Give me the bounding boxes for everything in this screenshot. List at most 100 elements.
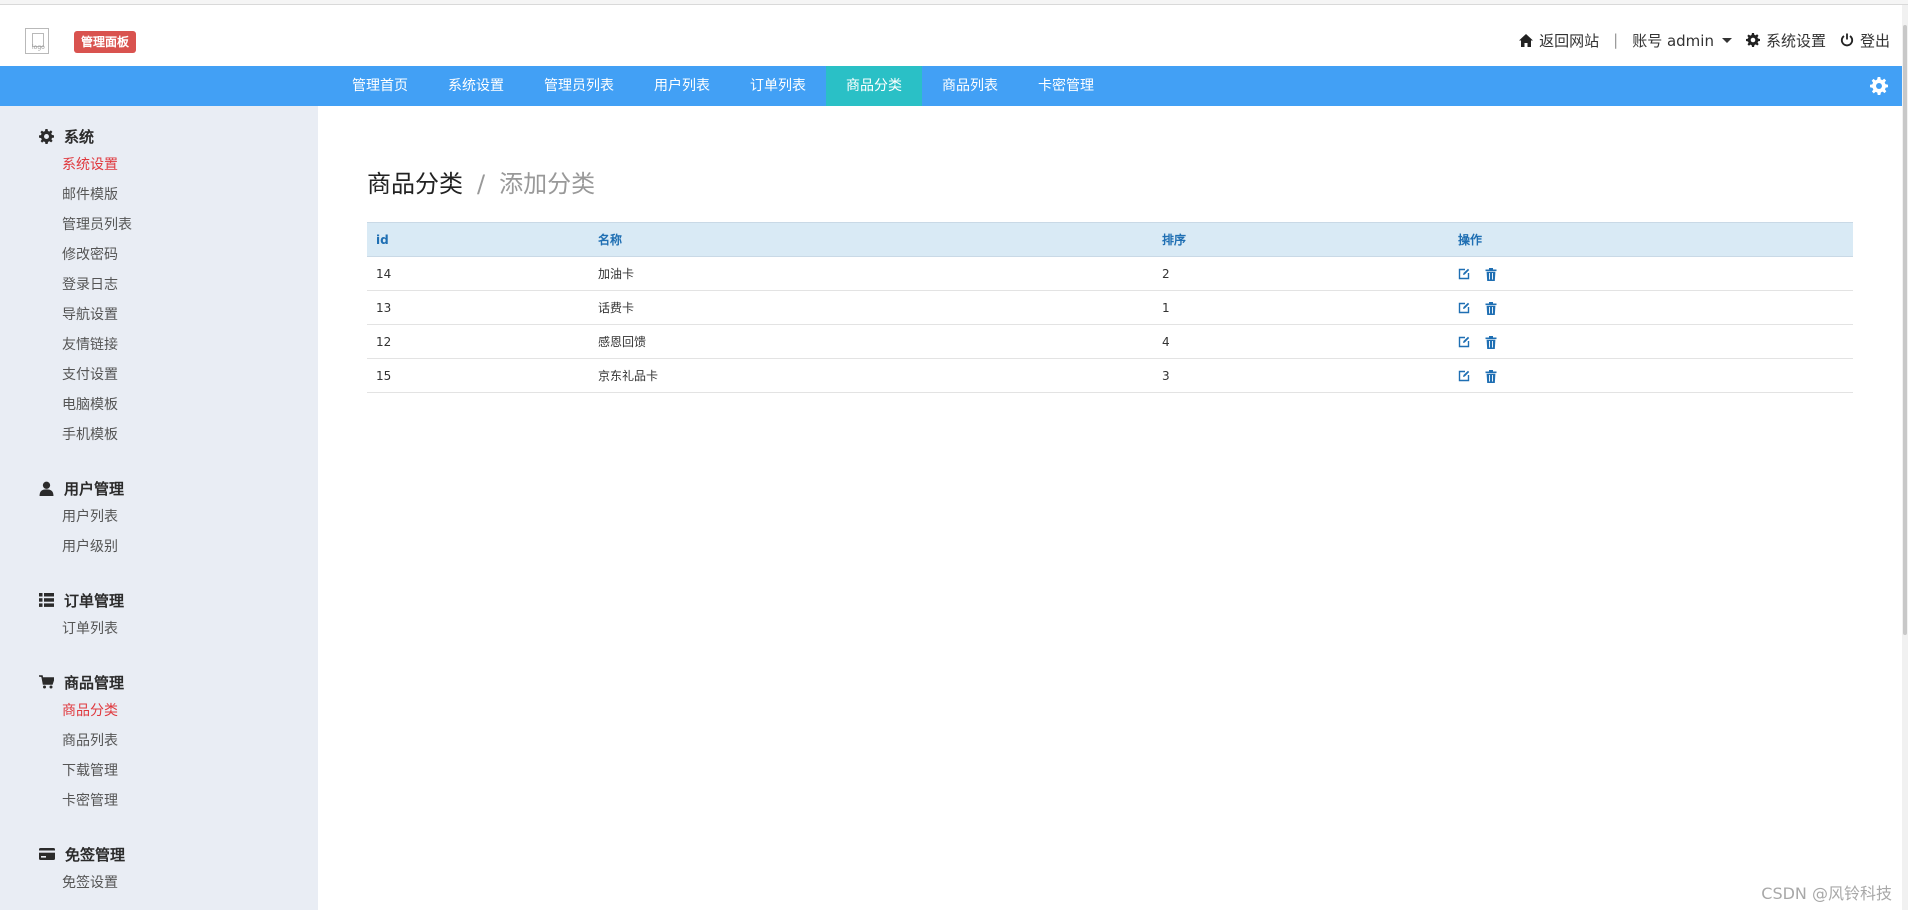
caret-down-icon — [1721, 37, 1732, 43]
cell-sort: 4 — [1153, 324, 1449, 359]
trash-icon[interactable] — [1485, 335, 1497, 349]
sidebar-item-user-level[interactable]: 用户级别 — [0, 532, 318, 562]
column-header-name: 名称 — [589, 222, 1153, 257]
main-navbar: 管理首页 系统设置 管理员列表 用户列表 订单列表 商品分类 商品列表 卡密管理 — [0, 66, 1902, 106]
sidebar-group-title: 商品管理 — [0, 668, 318, 696]
edit-icon[interactable] — [1458, 268, 1470, 280]
nav-item-system-settings[interactable]: 系统设置 — [428, 66, 524, 106]
cell-sort: 2 — [1153, 256, 1449, 291]
back-to-site-label: 返回网站 — [1539, 31, 1600, 50]
sidebar-item-admin-list[interactable]: 管理员列表 — [0, 210, 318, 240]
cell-actions — [1449, 324, 1853, 359]
list-icon — [39, 593, 54, 607]
vertical-scrollbar[interactable] — [1902, 5, 1908, 910]
csdn-watermark: CSDN @风铃科技 — [1761, 884, 1892, 903]
sidebar-item-pc-template[interactable]: 电脑模板 — [0, 390, 318, 420]
sidebar-group-orders: 订单管理 订单列表 — [0, 586, 318, 644]
cell-sort: 1 — [1153, 290, 1449, 325]
category-table: id 名称 排序 操作 14 加油卡 2 13 话费卡 1 12 感恩回馈 4 … — [367, 222, 1853, 393]
sidebar: 系统 系统设置 邮件模版 管理员列表 修改密码 登录日志 导航设置 友情链接 支… — [0, 106, 318, 910]
sidebar-item-friend-links[interactable]: 友情链接 — [0, 330, 318, 360]
trash-icon[interactable] — [1485, 301, 1497, 315]
trash-icon[interactable] — [1485, 267, 1497, 281]
main-content: 商品分类 / 添加分类 id 名称 排序 操作 14 加油卡 2 13 话费卡 … — [318, 106, 1902, 910]
sidebar-item-sign-free-settings[interactable]: 免签设置 — [0, 868, 318, 898]
sidebar-group-system: 系统 系统设置 邮件模版 管理员列表 修改密码 登录日志 导航设置 友情链接 支… — [0, 122, 318, 450]
nav-item-product-list[interactable]: 商品列表 — [922, 66, 1018, 106]
cell-name: 话费卡 — [589, 290, 1153, 325]
home-icon — [1519, 33, 1534, 47]
column-header-actions: 操作 — [1449, 222, 1853, 257]
nav-item-home[interactable]: 管理首页 — [332, 66, 428, 106]
sidebar-item-payment-settings[interactable]: 支付设置 — [0, 360, 318, 390]
scrollbar-thumb[interactable] — [1903, 25, 1907, 635]
table-row: 12 感恩回馈 4 — [367, 324, 1853, 359]
sidebar-group-label: 免签管理 — [65, 845, 126, 864]
nav-item-user-list[interactable]: 用户列表 — [634, 66, 730, 106]
cell-actions — [1449, 290, 1853, 325]
sidebar-group-sign-free: 免签管理 免签设置 — [0, 840, 318, 898]
top-right-menu: 返回网站 | 账号 admin 系统设置 登出 — [1505, 27, 1890, 53]
sidebar-item-login-log[interactable]: 登录日志 — [0, 270, 318, 300]
logo-alt-text: logo — [32, 44, 45, 51]
top-header: logo 管理面板 返回网站 | 账号 admin 系统设置 登出 — [0, 5, 1908, 66]
sidebar-item-card-management[interactable]: 卡密管理 — [0, 786, 318, 816]
gear-icon — [1745, 33, 1760, 47]
cell-actions — [1449, 358, 1853, 393]
sidebar-item-download-management[interactable]: 下载管理 — [0, 756, 318, 786]
sidebar-item-email-template[interactable]: 邮件模版 — [0, 180, 318, 210]
cell-id: 15 — [367, 358, 589, 393]
user-icon — [39, 481, 54, 496]
sidebar-item-product-category[interactable]: 商品分类 — [0, 696, 318, 726]
sidebar-item-user-list[interactable]: 用户列表 — [0, 502, 318, 532]
header-settings-link[interactable]: 系统设置 — [1745, 30, 1826, 51]
nav-menu: 管理首页 系统设置 管理员列表 用户列表 订单列表 商品分类 商品列表 卡密管理 — [332, 66, 1114, 106]
sidebar-item-system-settings[interactable]: 系统设置 — [0, 150, 318, 180]
page-heading: 商品分类 / 添加分类 — [367, 164, 595, 199]
gear-icon[interactable] — [1870, 77, 1888, 95]
cell-id: 13 — [367, 290, 589, 325]
sidebar-item-nav-settings[interactable]: 导航设置 — [0, 300, 318, 330]
credit-card-icon — [39, 848, 55, 860]
cell-name: 加油卡 — [589, 256, 1153, 291]
account-label: 账号 admin — [1632, 31, 1714, 50]
logout-label: 登出 — [1859, 31, 1890, 50]
sidebar-group-title: 免签管理 — [0, 840, 318, 868]
sidebar-group-label: 系统 — [64, 127, 95, 146]
admin-panel-badge: 管理面板 — [74, 31, 137, 53]
column-header-id: id — [367, 222, 589, 257]
sidebar-group-title: 系统 — [0, 122, 318, 150]
sidebar-item-change-password[interactable]: 修改密码 — [0, 240, 318, 270]
logout-link[interactable]: 登出 — [1840, 30, 1890, 51]
back-to-site-link[interactable]: 返回网站 — [1519, 30, 1599, 51]
nav-item-admin-list[interactable]: 管理员列表 — [524, 66, 634, 106]
sidebar-group-label: 订单管理 — [64, 591, 125, 610]
sidebar-group-title: 用户管理 — [0, 474, 318, 502]
cell-sort: 3 — [1153, 358, 1449, 393]
sidebar-group-title: 订单管理 — [0, 586, 318, 614]
sidebar-group-label: 商品管理 — [64, 673, 125, 692]
sidebar-item-mobile-template[interactable]: 手机模板 — [0, 420, 318, 450]
trash-icon[interactable] — [1485, 369, 1497, 383]
header-settings-label: 系统设置 — [1765, 31, 1826, 50]
add-category-link[interactable]: 添加分类 — [499, 164, 595, 199]
power-icon — [1840, 33, 1854, 47]
cart-icon — [39, 675, 54, 689]
edit-icon[interactable] — [1458, 370, 1470, 382]
nav-item-product-category[interactable]: 商品分类 — [826, 66, 922, 106]
edit-icon[interactable] — [1458, 302, 1470, 314]
edit-icon[interactable] — [1458, 336, 1470, 348]
nav-item-card-management[interactable]: 卡密管理 — [1018, 66, 1114, 106]
table-row: 13 话费卡 1 — [367, 290, 1853, 325]
cell-name: 感恩回馈 — [589, 324, 1153, 359]
cell-id: 12 — [367, 324, 589, 359]
sidebar-item-product-list[interactable]: 商品列表 — [0, 726, 318, 756]
nav-item-order-list[interactable]: 订单列表 — [730, 66, 826, 106]
header-separator: | — [1613, 31, 1619, 49]
logo-image[interactable]: logo — [25, 28, 49, 54]
cell-name: 京东礼品卡 — [589, 358, 1153, 393]
heading-separator: / — [477, 170, 486, 198]
table-header-row: id 名称 排序 操作 — [367, 222, 1853, 257]
account-dropdown[interactable]: 账号 admin — [1632, 30, 1732, 51]
sidebar-item-order-list[interactable]: 订单列表 — [0, 614, 318, 644]
